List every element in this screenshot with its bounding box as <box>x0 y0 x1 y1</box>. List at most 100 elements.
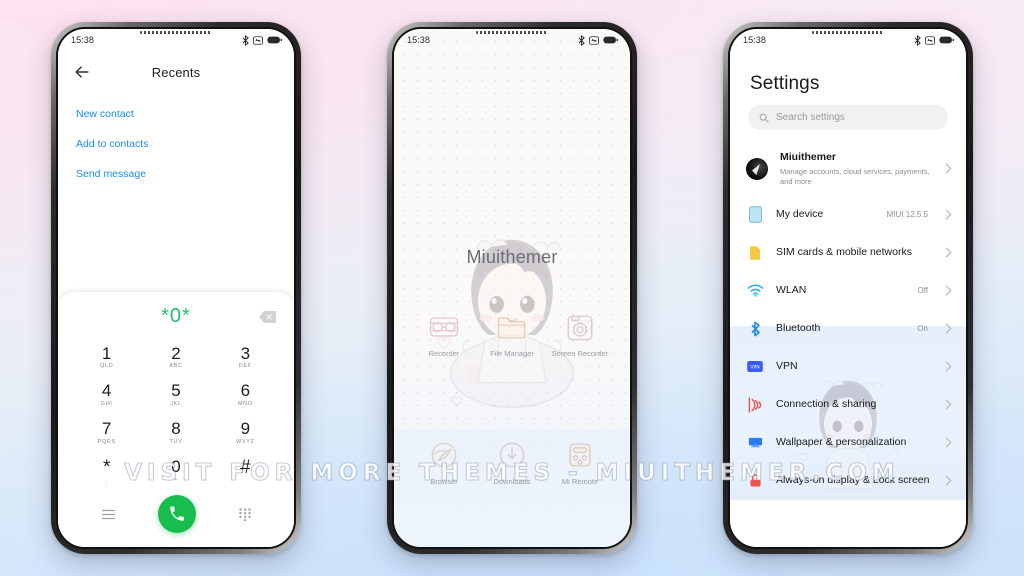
key-4[interactable]: 4 GHI <box>72 377 141 413</box>
keypad-icon[interactable] <box>238 507 251 521</box>
app-label: Mi Remote <box>561 477 599 486</box>
key-letters: DEF <box>238 363 252 370</box>
key-letters: JKL <box>170 401 182 408</box>
chevron-right-icon <box>945 437 952 448</box>
key-0[interactable]: 0 + <box>141 453 210 491</box>
battery-icon <box>939 36 954 44</box>
bluetooth-icon <box>242 34 249 46</box>
settings-item-vpn[interactable]: VPN VPN <box>730 348 966 386</box>
app-browser[interactable]: Browser <box>410 437 478 486</box>
remote-icon <box>569 443 591 467</box>
wallpaper-title: Miuithemer <box>466 247 558 267</box>
key-7[interactable]: 7 PQRS <box>72 415 141 451</box>
settings-item-account[interactable]: Miuithemer Manage accounts, cloud servic… <box>730 142 966 196</box>
app-screen-recorder[interactable]: Screen Recorder <box>546 309 614 358</box>
key-digit: 7 <box>101 419 112 439</box>
backspace-icon[interactable] <box>259 310 276 323</box>
dialer-header: Recents <box>58 51 294 87</box>
key-5[interactable]: 5 JKL <box>141 377 210 413</box>
item-label: SIM cards & mobile networks <box>776 246 912 259</box>
settings-item-wlan[interactable]: WLAN Off <box>730 272 966 310</box>
screen-recorder-icon <box>567 315 593 341</box>
key-digit: 3 <box>240 343 251 363</box>
key-1[interactable]: 1 QLD <box>72 340 141 376</box>
search-icon <box>759 113 769 123</box>
dialpad-keys: 1 QLD 2 ABC 3 DEF 4 GHI 5 JKL 6 MNO 7 PQRS 8 TUV… <box>58 336 294 491</box>
item-value: Off <box>917 286 928 296</box>
item-label: Bluetooth <box>776 322 821 335</box>
key-8[interactable]: 8 TUV <box>141 415 210 451</box>
vpn-icon: VPN <box>746 358 764 376</box>
status-time: 15:38 <box>407 35 431 45</box>
key-9[interactable]: 9 WXYZ <box>211 415 280 451</box>
status-time: 15:38 <box>71 35 95 45</box>
key-2[interactable]: 2 ABC <box>141 340 210 376</box>
dialed-number: *0* <box>161 305 191 328</box>
call-icon <box>169 506 184 521</box>
lock-icon <box>746 472 764 490</box>
settings-item-wallpaper[interactable]: Wallpaper & personalization <box>730 424 966 462</box>
page-title: Settings <box>750 73 820 94</box>
chevron-right-icon <box>945 285 952 296</box>
item-label: WLAN <box>776 284 807 297</box>
key-6[interactable]: 6 MNO <box>211 377 280 413</box>
back-arrow-icon[interactable] <box>72 62 92 82</box>
key-letters: QLD <box>99 363 114 370</box>
key-letters: MNO <box>237 401 253 408</box>
dialer-quick-links: New contact Add to contacts Send message <box>58 87 294 189</box>
app-file-manager[interactable]: File Manager <box>478 309 546 358</box>
settings-item-my-device[interactable]: My device MIUI 12.5.5 <box>730 196 966 234</box>
key-star[interactable]: *, <box>72 453 141 491</box>
settings-item-connection-sharing[interactable]: Connection & sharing <box>730 386 966 424</box>
bluetooth-icon <box>746 320 764 338</box>
search-input[interactable]: Search settings <box>748 105 948 130</box>
key-letters: ABC <box>169 363 183 370</box>
phone-home-screen: Miuithemer Recorder File Manager Screen … <box>387 22 637 554</box>
settings-item-aod-lock-screen[interactable]: Always-on display & Lock screen <box>730 462 966 500</box>
key-digit: 8 <box>171 419 181 439</box>
link-new-contact[interactable]: New contact <box>76 99 276 129</box>
item-label: Always-on display & Lock screen <box>776 474 930 487</box>
item-label: VPN <box>776 360 798 373</box>
phone-dialer: 15:38 Recents New contact Add to contact… <box>51 22 301 554</box>
app-mi-remote[interactable]: Mi Remote <box>546 437 614 486</box>
settings-item-bluetooth[interactable]: Bluetooth On <box>730 310 966 348</box>
app-label: Downloads <box>493 477 531 486</box>
item-value: On <box>917 324 928 334</box>
app-recorder[interactable]: Recorder <box>410 309 478 358</box>
browser-icon <box>431 442 457 468</box>
folder-icon <box>497 317 526 339</box>
settings-item-sim-cards[interactable]: SIM cards & mobile networks <box>730 234 966 272</box>
link-add-to-contacts[interactable]: Add to contacts <box>76 129 276 159</box>
key-digit: 2 <box>171 343 181 363</box>
mute-icon <box>925 35 935 45</box>
menu-icon[interactable] <box>101 508 115 521</box>
key-3[interactable]: 3 DEF <box>211 340 280 376</box>
key-hash[interactable]: # <box>211 453 280 491</box>
chevron-right-icon <box>945 163 952 174</box>
key-digit: # <box>240 457 251 479</box>
dialpad-sheet: *0* 1 QLD 2 ABC 3 DEF 4 GHI 5 JKL 6 MNO 7 PQRS … <box>58 291 294 547</box>
key-digit: 6 <box>240 381 251 401</box>
chevron-right-icon <box>945 323 952 334</box>
earpiece-speaker <box>476 31 548 34</box>
key-letters: TUV <box>169 439 183 446</box>
call-button[interactable] <box>157 495 196 533</box>
mute-icon <box>253 35 263 45</box>
chevron-right-icon <box>945 399 952 410</box>
bluetooth-icon <box>578 34 585 46</box>
wallpaper-icon <box>746 434 764 452</box>
app-label: File Manager <box>490 349 534 358</box>
key-digit: * <box>102 457 111 479</box>
recorder-icon <box>429 317 459 337</box>
battery-icon <box>267 36 282 44</box>
account-desc: Manage accounts, cloud services, payment… <box>780 166 930 186</box>
home-app-grid: Recorder File Manager Screen Recorder <box>394 309 630 358</box>
downloads-icon <box>499 442 525 468</box>
home-dock: Browser Downloads Mi Remote <box>394 429 630 547</box>
key-letters: , <box>105 479 108 485</box>
app-downloads[interactable]: Downloads <box>478 437 546 486</box>
earpiece-speaker <box>812 31 884 34</box>
phone-settings: 15:38 Settings Search settings Miuitheme… <box>723 22 973 554</box>
link-send-message[interactable]: Send message <box>76 159 276 189</box>
